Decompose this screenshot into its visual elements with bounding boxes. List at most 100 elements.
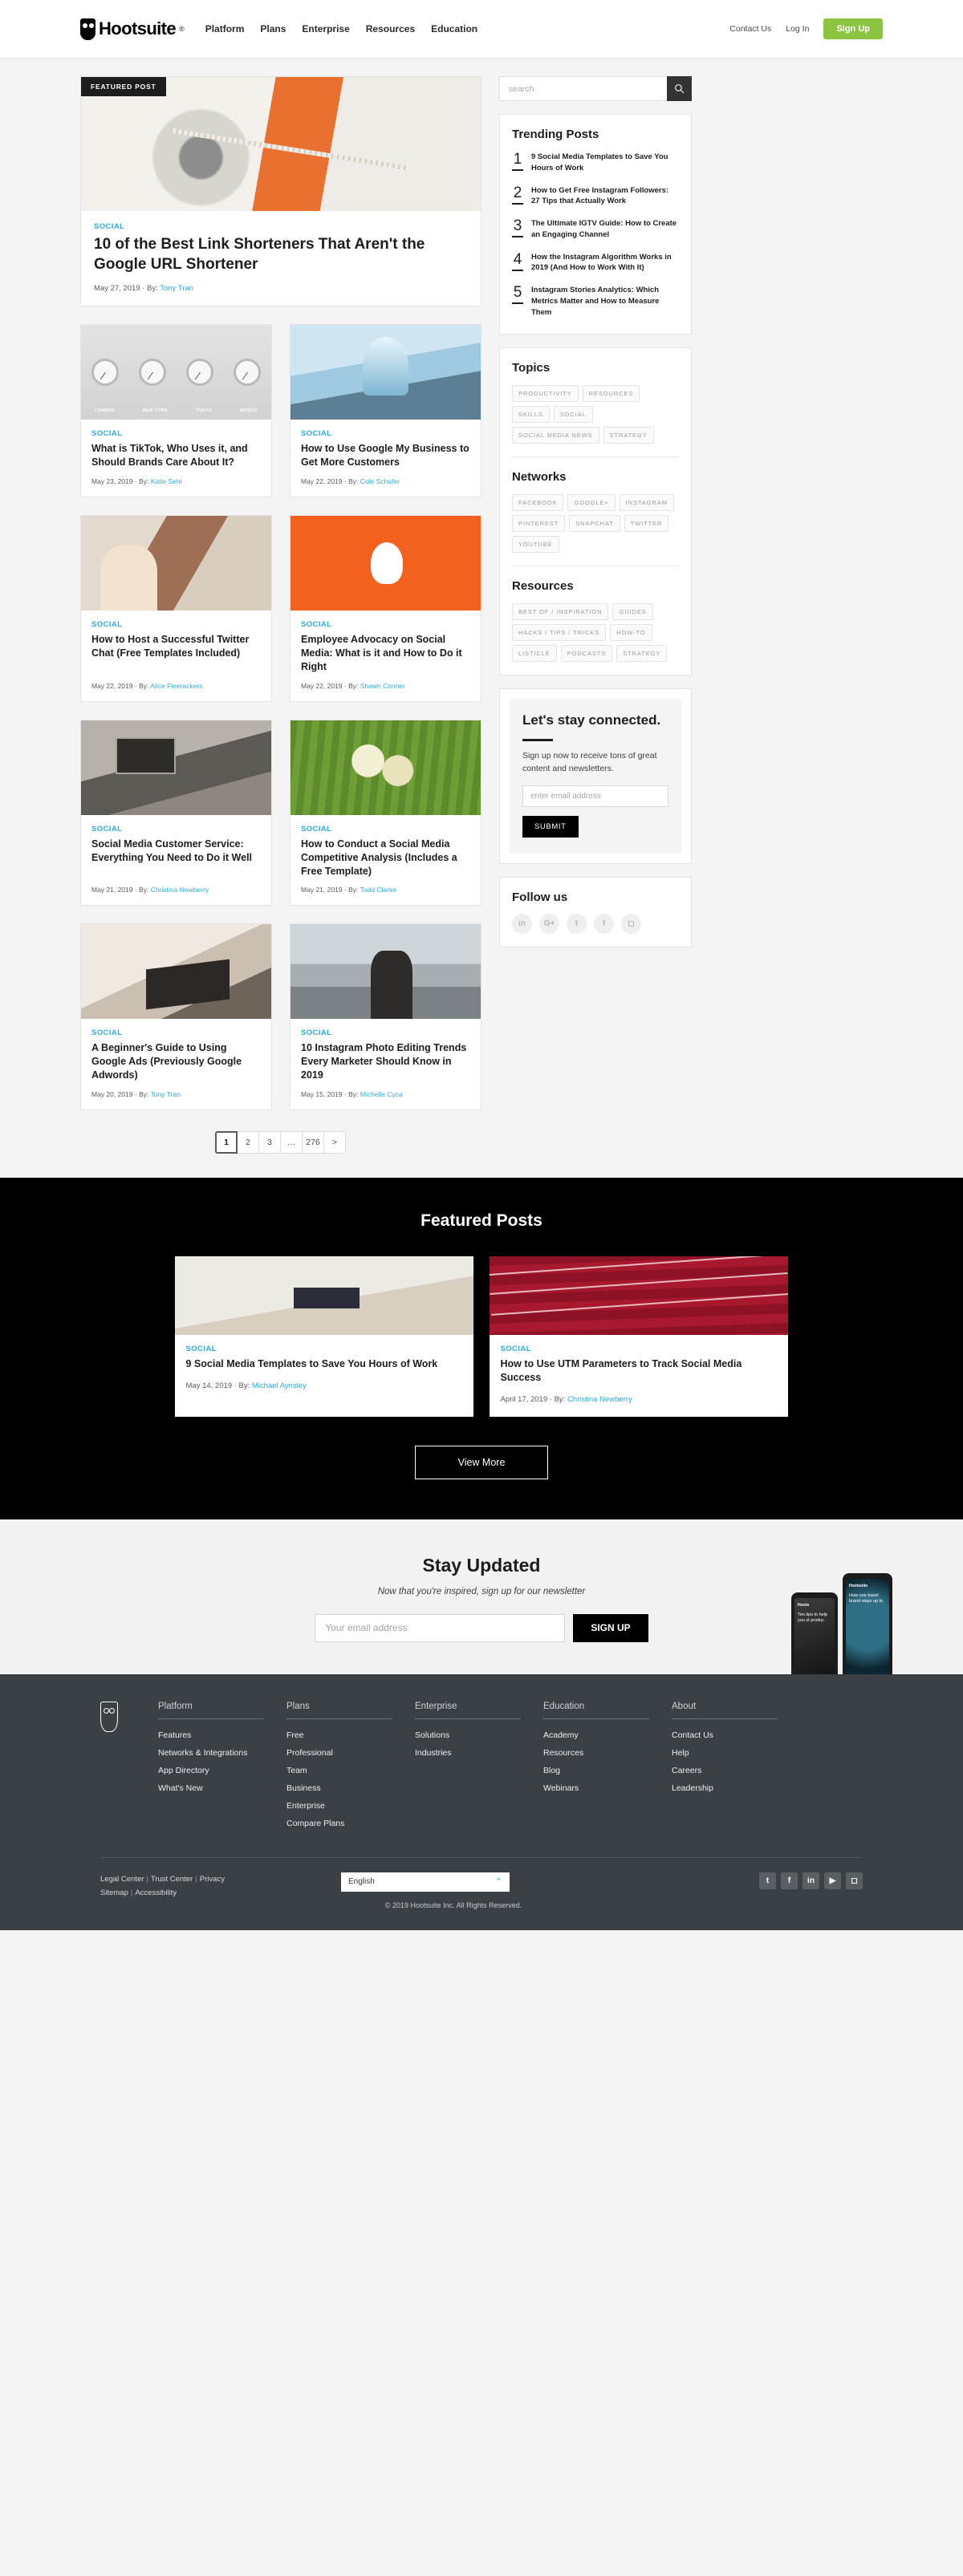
footer-link[interactable]: Help: [672, 1748, 778, 1758]
featured-post-title[interactable]: 10 of the Best Link Shorteners That Aren…: [94, 235, 468, 274]
featured-card-title[interactable]: 9 Social Media Templates to Save You Hou…: [186, 1357, 462, 1371]
topic-tag[interactable]: PRODUCTIVITY: [512, 385, 579, 403]
footer-link[interactable]: Blog: [543, 1766, 649, 1775]
resource-tag[interactable]: HOW-TO: [610, 624, 652, 642]
pagination-page-1[interactable]: 1: [215, 1131, 238, 1154]
resource-tag[interactable]: PODCASTS: [560, 645, 613, 663]
featured-category[interactable]: SOCIAL: [94, 222, 468, 231]
post-author[interactable]: Katie Sehl: [151, 477, 182, 485]
footer-link[interactable]: Team: [286, 1766, 392, 1775]
twitter-icon[interactable]: t: [567, 914, 587, 935]
post-card-0[interactable]: LONDON NEW YORK TOKYO MOSCO SOCIAL What is …: [80, 324, 272, 498]
resource-tag[interactable]: LISTICLE: [512, 645, 557, 663]
post-card-3[interactable]: SOCIAL Employee Advocacy on Social Media…: [290, 515, 482, 702]
linkedin-icon[interactable]: in: [802, 1872, 819, 1889]
footer-link[interactable]: Compare Plans: [286, 1819, 392, 1828]
footer-link[interactable]: Webinars: [543, 1783, 649, 1793]
post-category[interactable]: SOCIAL: [91, 825, 261, 834]
search-input[interactable]: [499, 76, 667, 101]
resource-tag[interactable]: GUIDES: [612, 603, 653, 621]
network-tag[interactable]: SNAPCHAT: [569, 515, 620, 533]
instagram-icon[interactable]: ◻: [846, 1872, 863, 1889]
post-title[interactable]: Employee Advocacy on Social Media: What …: [301, 633, 470, 674]
trending-item[interactable]: 4 How the Instagram Algorithm Works in 2…: [512, 252, 679, 274]
footer-link[interactable]: Networks & Integrations: [158, 1748, 264, 1758]
sitemap-link[interactable]: Sitemap: [100, 1888, 128, 1897]
newsletter-submit-button[interactable]: SUBMIT: [522, 816, 579, 838]
post-category[interactable]: SOCIAL: [301, 429, 470, 438]
trending-title[interactable]: 9 Social Media Templates to Save You Hou…: [531, 152, 679, 174]
trust-center-link[interactable]: Trust Center: [151, 1875, 193, 1884]
post-author[interactable]: Shawn Conner: [360, 682, 405, 690]
trending-title[interactable]: How to Get Free Instagram Followers: 27 …: [531, 185, 679, 208]
accessibility-link[interactable]: Accessibility: [135, 1888, 177, 1897]
post-author[interactable]: Tony Tran: [151, 1090, 181, 1098]
youtube-icon[interactable]: ▶: [824, 1872, 841, 1889]
view-more-button[interactable]: View More: [415, 1445, 548, 1479]
featured-card-title[interactable]: How to Use UTM Parameters to Track Socia…: [501, 1357, 777, 1385]
footer-link[interactable]: App Directory: [158, 1766, 264, 1775]
nav-item-enterprise[interactable]: Enterprise: [302, 23, 349, 34]
featured-card-0[interactable]: SOCIAL 9 Social Media Templates to Save …: [174, 1256, 473, 1417]
nav-item-resources[interactable]: Resources: [366, 23, 415, 34]
post-category[interactable]: SOCIAL: [91, 620, 261, 629]
post-author[interactable]: Michelle Cyca: [360, 1090, 403, 1098]
post-category[interactable]: SOCIAL: [91, 1028, 261, 1037]
network-tag[interactable]: INSTAGRAM: [619, 494, 674, 512]
pagination-next-button[interactable]: >: [323, 1131, 346, 1154]
sign-up-button[interactable]: Sign Up: [823, 18, 883, 39]
post-category[interactable]: SOCIAL: [301, 620, 470, 629]
post-category[interactable]: SOCIAL: [301, 825, 470, 834]
twitter-icon[interactable]: t: [759, 1872, 776, 1889]
network-tag[interactable]: GOOGLE+: [567, 494, 616, 512]
post-card-5[interactable]: SOCIAL How to Conduct a Social Media Com…: [290, 719, 482, 907]
search-button[interactable]: [667, 76, 692, 101]
post-title[interactable]: What is TikTok, Who Uses it, and Should …: [91, 442, 261, 469]
resource-tag[interactable]: STRATEGY: [616, 645, 668, 663]
contact-us-link[interactable]: Contact Us: [729, 24, 771, 34]
nav-item-platform[interactable]: Platform: [205, 23, 245, 34]
hootsuite-logo[interactable]: Hootsuite ®: [80, 18, 185, 40]
nav-item-plans[interactable]: Plans: [260, 23, 286, 34]
post-card-4[interactable]: SOCIAL Social Media Customer Service: Ev…: [80, 719, 272, 907]
trending-title[interactable]: The Ultimate IGTV Guide: How to Create a…: [531, 218, 679, 241]
footer-link[interactable]: What's New: [158, 1783, 264, 1793]
newsletter-email-input[interactable]: [522, 785, 668, 808]
pagination-page-2[interactable]: 2: [237, 1131, 259, 1154]
footer-link[interactable]: Leadership: [672, 1783, 778, 1793]
trending-item[interactable]: 2 How to Get Free Instagram Followers: 2…: [512, 185, 679, 208]
topic-tag[interactable]: STRATEGY: [603, 427, 654, 444]
footer-link[interactable]: Enterprise: [286, 1801, 392, 1811]
post-card-1[interactable]: SOCIAL How to Use Google My Business to …: [290, 324, 482, 498]
footer-link[interactable]: Resources: [543, 1748, 649, 1758]
featured-card-author[interactable]: Christina Newberry: [567, 1395, 632, 1404]
post-title[interactable]: How to Use Google My Business to Get Mor…: [301, 442, 470, 469]
topic-tag[interactable]: SOCIAL MEDIA NEWS: [512, 427, 599, 444]
topic-tag[interactable]: SKILLS: [512, 406, 550, 424]
facebook-icon[interactable]: f: [781, 1872, 798, 1889]
topic-tag[interactable]: RESOURCES: [582, 385, 640, 403]
post-card-2[interactable]: SOCIAL How to Host a Successful Twitter …: [80, 515, 272, 702]
facebook-icon[interactable]: f: [594, 914, 614, 935]
trending-item[interactable]: 1 9 Social Media Templates to Save You H…: [512, 152, 679, 174]
pagination-page-last[interactable]: 276: [302, 1131, 324, 1154]
topic-tag[interactable]: SOCIAL: [553, 406, 593, 424]
network-tag[interactable]: YOUTUBE: [512, 536, 559, 554]
footer-link[interactable]: Features: [158, 1730, 264, 1740]
network-tag[interactable]: TWITTER: [624, 515, 669, 533]
stay-updated-email-input[interactable]: [315, 1613, 566, 1642]
featured-author[interactable]: Tony Tran: [160, 284, 193, 293]
post-author[interactable]: Christina Newberry: [151, 886, 209, 894]
legal-center-link[interactable]: Legal Center: [100, 1875, 144, 1884]
footer-link[interactable]: Contact Us: [672, 1730, 778, 1740]
footer-link[interactable]: Industries: [415, 1748, 521, 1758]
post-author[interactable]: Cole Schafer: [360, 477, 400, 485]
stay-updated-signup-button[interactable]: SIGN UP: [573, 1613, 648, 1642]
footer-link[interactable]: Careers: [672, 1766, 778, 1775]
footer-link[interactable]: Professional: [286, 1748, 392, 1758]
featured-card-category[interactable]: SOCIAL: [501, 1345, 777, 1353]
post-title[interactable]: Social Media Customer Service: Everythin…: [91, 838, 261, 865]
linkedin-icon[interactable]: in: [512, 914, 532, 935]
privacy-link[interactable]: Privacy: [200, 1875, 225, 1884]
network-tag[interactable]: PINTEREST: [512, 515, 566, 533]
